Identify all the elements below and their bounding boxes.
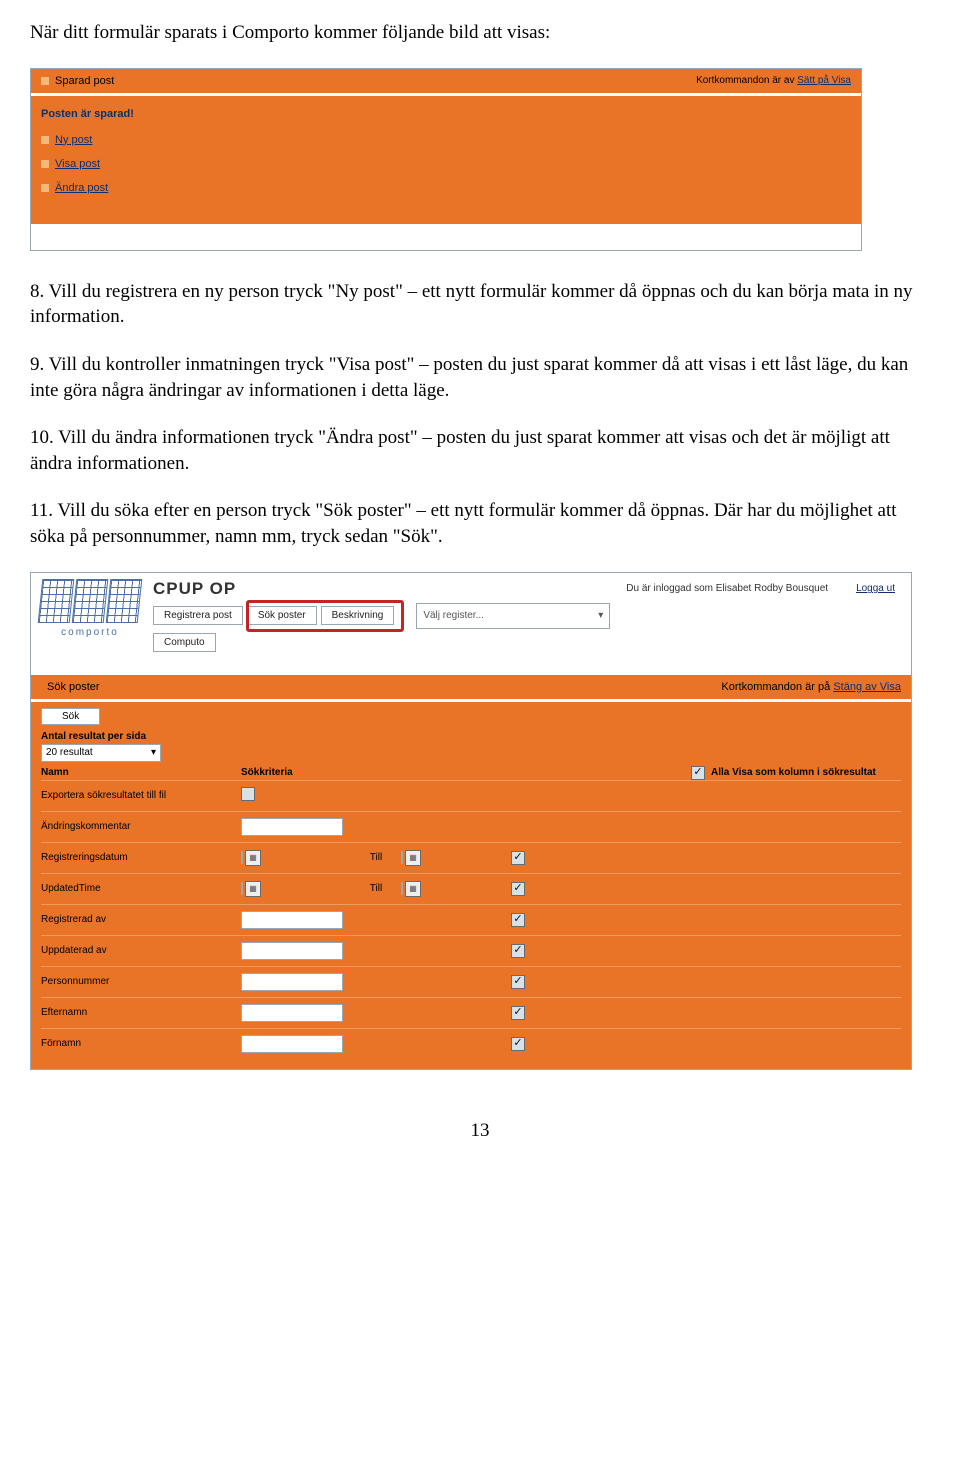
criteria-input[interactable] bbox=[241, 818, 343, 836]
panel-header: Sparad post Kortkommandon är av Sätt på … bbox=[31, 69, 861, 93]
col-name: Namn bbox=[41, 767, 241, 778]
export-checkbox[interactable] bbox=[241, 787, 255, 801]
search-row-label: Uppdaterad av bbox=[41, 945, 241, 956]
chevron-down-icon: ▾ bbox=[598, 610, 603, 621]
search-row-label: Registrerad av bbox=[41, 914, 241, 925]
shortcuts-toggle-link[interactable]: Stäng av Visa bbox=[833, 681, 901, 693]
page-number: 13 bbox=[30, 1120, 930, 1142]
shortcuts-prefix: Kortkommandon är på bbox=[721, 681, 833, 693]
paragraph-9: 9. Vill du kontroller inmatningen tryck … bbox=[30, 352, 930, 403]
search-row: Registrerad av bbox=[41, 904, 901, 935]
show-column-checkbox[interactable] bbox=[511, 851, 525, 865]
square-icon bbox=[41, 184, 49, 192]
saved-post-screenshot: Sparad post Kortkommandon är av Sätt på … bbox=[30, 68, 862, 251]
new-post-link[interactable]: Ny post bbox=[55, 134, 92, 146]
all-visa-checkbox[interactable] bbox=[691, 766, 705, 780]
show-column-checkbox[interactable] bbox=[511, 944, 525, 958]
search-row-label: Efternamn bbox=[41, 1007, 241, 1018]
search-panel-title: Sök poster bbox=[47, 681, 100, 693]
nav-description[interactable]: Beskrivning bbox=[321, 606, 395, 625]
grid-icon bbox=[106, 579, 143, 623]
search-row: Personnummer bbox=[41, 966, 901, 997]
search-row-label: Förnamn bbox=[41, 1038, 241, 1049]
nav-computo[interactable]: Computo bbox=[153, 633, 216, 652]
till-label: Till bbox=[351, 883, 401, 894]
col-criteria: Sökkriteria bbox=[241, 767, 351, 778]
nav-search-posts[interactable]: Sök poster bbox=[247, 606, 317, 625]
register-select-value: Välj register... bbox=[423, 610, 484, 621]
date-from-input[interactable] bbox=[241, 851, 243, 864]
search-row-label: Personnummer bbox=[41, 976, 241, 987]
search-row: Exportera sökresultatet till fil bbox=[41, 780, 901, 811]
search-row: Ändringskommentar bbox=[41, 811, 901, 842]
results-per-page-label: Antal resultat per sida bbox=[41, 731, 146, 742]
show-column-checkbox[interactable] bbox=[511, 882, 525, 896]
search-row: Förnamn bbox=[41, 1028, 901, 1059]
search-row-label: UpdatedTime bbox=[41, 883, 241, 894]
calendar-icon[interactable]: ▦ bbox=[245, 881, 261, 897]
chevron-down-icon: ▾ bbox=[151, 747, 156, 758]
search-row: Uppdaterad av bbox=[41, 935, 901, 966]
register-select[interactable]: Välj register... ▾ bbox=[416, 603, 610, 629]
square-icon bbox=[41, 77, 49, 85]
calendar-icon[interactable]: ▦ bbox=[405, 881, 421, 897]
shortcuts-prefix: Kortkommandon är av bbox=[696, 75, 797, 86]
criteria-input[interactable] bbox=[241, 1004, 343, 1022]
show-column-checkbox[interactable] bbox=[511, 1006, 525, 1020]
comporto-logo: comporto bbox=[35, 579, 145, 657]
search-row-label: Exportera sökresultatet till fil bbox=[41, 790, 241, 801]
search-panel-header: Sök poster Kortkommandon är på Stäng av … bbox=[31, 675, 911, 699]
till-label: Till bbox=[351, 852, 401, 863]
square-icon bbox=[41, 136, 49, 144]
paragraph-8: 8. Vill du registrera en ny person tryck… bbox=[30, 279, 930, 330]
logout-link[interactable]: Logga ut bbox=[856, 583, 895, 594]
panel-title: Sparad post bbox=[55, 75, 114, 87]
logged-in-as: Du är inloggad som Elisabet Rodby Bousqu… bbox=[626, 583, 828, 594]
criteria-input[interactable] bbox=[241, 1035, 343, 1053]
nav-register-post[interactable]: Registrera post bbox=[153, 606, 243, 625]
grid-icon bbox=[72, 579, 109, 623]
intro-paragraph: När ditt formulär sparats i Comporto kom… bbox=[30, 20, 930, 46]
search-button[interactable]: Sök bbox=[41, 708, 100, 725]
search-row: UpdatedTime ▦ Till ▦ bbox=[41, 873, 901, 904]
paragraph-10: 10. Vill du ändra informationen tryck "Ä… bbox=[30, 425, 930, 476]
show-column-checkbox[interactable] bbox=[511, 913, 525, 927]
saved-message: Posten är sparad! bbox=[41, 108, 851, 120]
grid-icon bbox=[38, 579, 75, 623]
date-to-input[interactable] bbox=[401, 851, 403, 864]
search-row: Registreringsdatum ▦ Till ▦ bbox=[41, 842, 901, 873]
show-post-link[interactable]: Visa post bbox=[55, 158, 100, 170]
date-to-input[interactable] bbox=[401, 882, 403, 895]
search-row: Efternamn bbox=[41, 997, 901, 1028]
paragraph-11: 11. Vill du söka efter en person tryck "… bbox=[30, 498, 930, 549]
nav-row: Registrera post Sök poster Beskrivning V… bbox=[153, 603, 903, 629]
logo-text: comporto bbox=[61, 627, 119, 638]
date-from-input[interactable] bbox=[241, 882, 243, 895]
app-header: comporto CPUP OP Du är inloggad som Elis… bbox=[31, 573, 911, 663]
search-posts-screenshot: comporto CPUP OP Du är inloggad som Elis… bbox=[30, 572, 912, 1070]
criteria-input[interactable] bbox=[241, 911, 343, 929]
results-per-page-value: 20 resultat bbox=[46, 747, 93, 758]
calendar-icon[interactable]: ▦ bbox=[405, 850, 421, 866]
results-per-page-select[interactable]: 20 resultat ▾ bbox=[41, 744, 161, 762]
shortcuts-toggle-link[interactable]: Sätt på Visa bbox=[797, 75, 851, 86]
show-column-checkbox[interactable] bbox=[511, 1037, 525, 1051]
app-title: CPUP OP bbox=[153, 579, 236, 599]
calendar-icon[interactable]: ▦ bbox=[245, 850, 261, 866]
col-all-visa: Alla Visa som kolumn i sökresultat bbox=[711, 767, 876, 778]
search-row-label: Registreringsdatum bbox=[41, 852, 241, 863]
criteria-input[interactable] bbox=[241, 973, 343, 991]
search-row-label: Ändringskommentar bbox=[41, 821, 241, 832]
criteria-input[interactable] bbox=[241, 942, 343, 960]
square-icon bbox=[41, 160, 49, 168]
show-column-checkbox[interactable] bbox=[511, 975, 525, 989]
edit-post-link[interactable]: Ändra post bbox=[55, 182, 108, 194]
